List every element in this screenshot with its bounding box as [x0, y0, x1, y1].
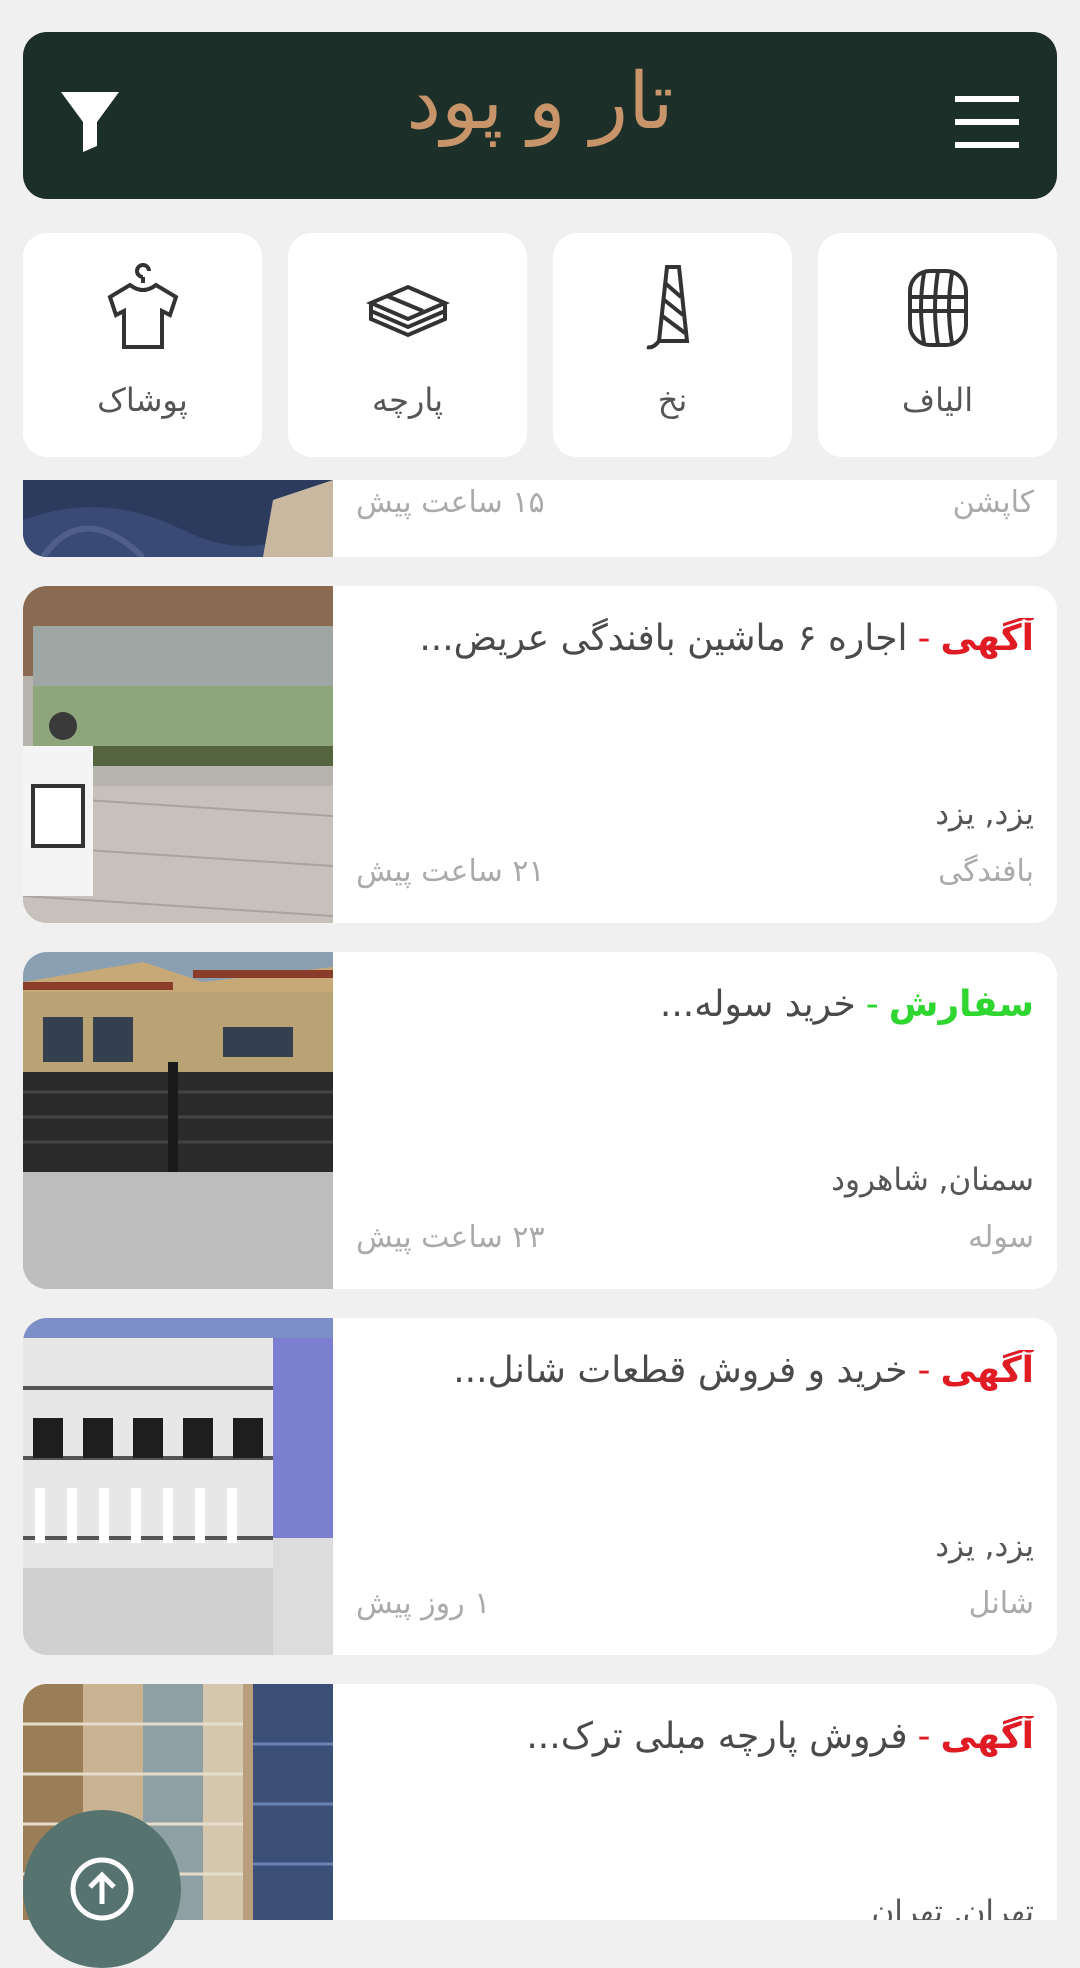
listing-card[interactable]: سفارش-خرید سوله... سمنان, شاهرود سوله ۲۳… — [23, 952, 1057, 1289]
listing-card[interactable]: آگهی-خرید و فروش قطعات شانل... یزد, یزد … — [23, 1318, 1057, 1655]
listing-title: سفارش-خرید سوله... — [659, 984, 1034, 1025]
listing-card[interactable]: آگهی-اجاره ۶ ماشین بافندگی عریض... یزد, … — [23, 586, 1057, 923]
listing-thumbnail — [23, 586, 333, 923]
listing-location: یزد, یزد — [935, 1528, 1034, 1564]
yarn-ball-icon — [907, 269, 968, 347]
category-bar: پوشاک پارچه نخ الیاف — [23, 233, 1057, 457]
fabric-stack-icon — [365, 284, 450, 338]
listing-location: تهران, تهران — [871, 1894, 1034, 1920]
listing-category: شانل — [968, 1586, 1034, 1621]
listing-time: ۱ روز پیش — [356, 1586, 491, 1621]
category-fiber[interactable]: الیاف — [818, 233, 1057, 457]
listing-location: یزد, یزد — [935, 796, 1034, 832]
listing-title-text: فروش پارچه مبلی ترک... — [526, 1716, 908, 1757]
arrow-up-circle-icon — [70, 1857, 134, 1921]
listing-title-text: خرید سوله... — [659, 984, 856, 1025]
listing-title: آگهی-فروش پارچه مبلی ترک... — [526, 1716, 1034, 1757]
listing-thumbnail — [23, 952, 333, 1289]
thread-spool-icon — [645, 265, 689, 350]
filter-button[interactable] — [57, 86, 129, 158]
menu-icon — [955, 96, 1019, 148]
listing-thumbnail — [23, 1318, 333, 1655]
listing-category: سوله — [968, 1220, 1034, 1255]
listing-title: آگهی-خرید و فروش قطعات شانل... — [453, 1350, 1034, 1391]
listing-time: ۲۳ ساعت پیش — [356, 1220, 545, 1255]
shirt-hanger-icon — [107, 263, 178, 349]
listing-type: آگهی — [940, 1716, 1034, 1757]
category-label: پارچه — [371, 381, 444, 419]
listing-time: ۱۵ ساعت پیش — [356, 485, 545, 520]
filter-icon — [61, 92, 119, 152]
app-logo: تار و پود — [406, 57, 674, 148]
category-label: نخ — [657, 381, 688, 419]
app-header: تار و پود — [23, 32, 1057, 199]
listing-thumbnail — [23, 480, 333, 557]
listing-title-text: خرید و فروش قطعات شانل... — [453, 1350, 908, 1391]
listing-card-partial[interactable]: کاپشن ۱۵ ساعت پیش — [23, 480, 1057, 557]
category-label: الیاف — [901, 381, 974, 419]
listing-type: آگهی — [940, 618, 1034, 659]
listing-title: آگهی-اجاره ۶ ماشین بافندگی عریض... — [419, 618, 1034, 659]
listing-category: بافندگی — [938, 854, 1034, 889]
category-label: پوشاک — [97, 381, 188, 419]
listing-type: سفارش — [888, 984, 1034, 1025]
category-clothing[interactable]: پوشاک — [23, 233, 262, 457]
hamburger-menu-button[interactable] — [951, 86, 1023, 158]
category-fabric[interactable]: پارچه — [288, 233, 527, 457]
listing-time: ۲۱ ساعت پیش — [356, 854, 545, 889]
listing-category: کاپشن — [952, 485, 1034, 520]
listing-location: سمنان, شاهرود — [831, 1162, 1034, 1198]
listing-type: آگهی — [940, 1350, 1034, 1391]
category-yarn[interactable]: نخ — [553, 233, 792, 457]
scroll-to-top-button[interactable] — [23, 1810, 181, 1968]
listing-title-text: اجاره ۶ ماشین بافندگی عریض... — [419, 618, 908, 659]
